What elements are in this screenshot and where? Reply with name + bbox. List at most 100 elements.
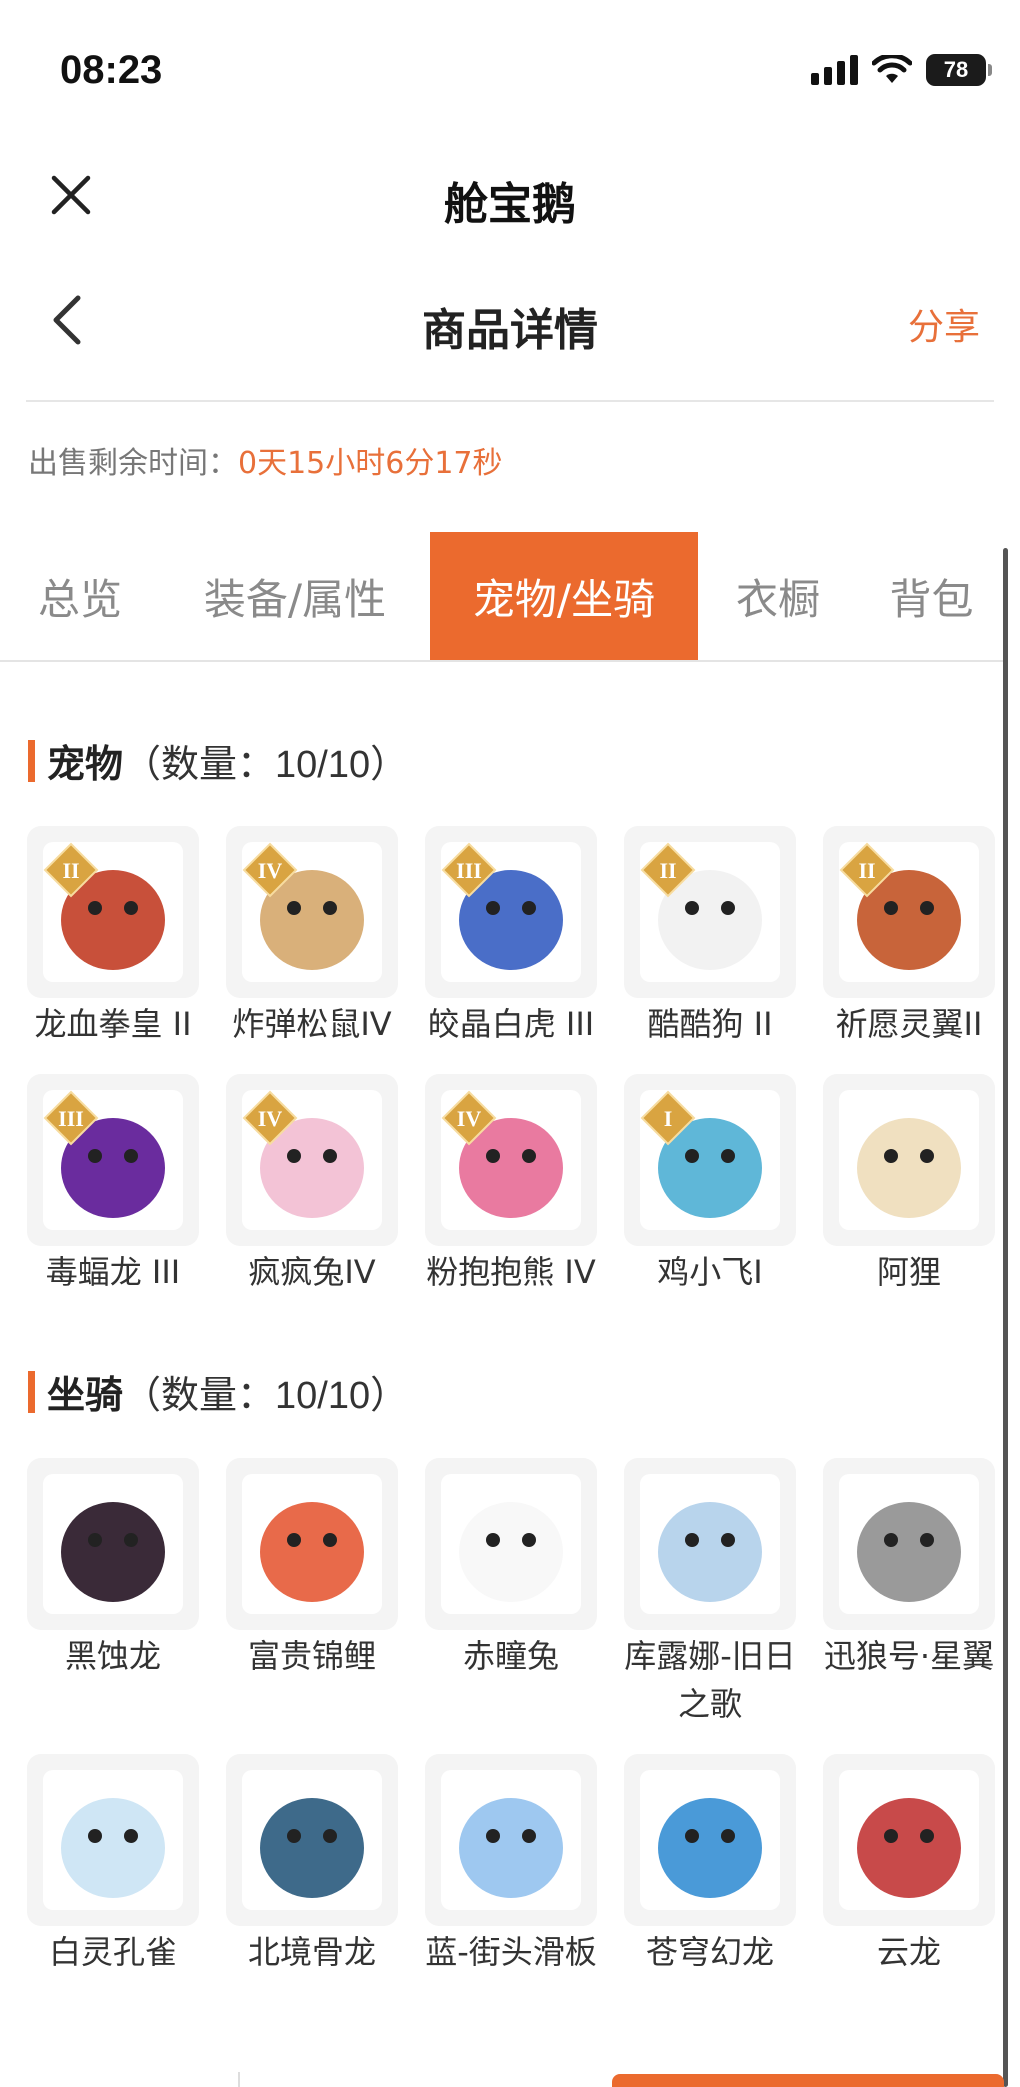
section-accent-bar: [28, 1370, 35, 1413]
item-name: 云龙: [876, 1933, 941, 1971]
item-name: 酷酷狗 II: [647, 1005, 773, 1043]
mount-item[interactable]: 蓝-街头滑板: [425, 1754, 597, 1976]
pets-section-title: 宠物: [47, 742, 124, 786]
header-divider: [26, 400, 994, 402]
item-thumbnail[interactable]: [624, 1458, 796, 1630]
item-name: 蓝-街头滑板: [425, 1933, 597, 1971]
item-thumbnail[interactable]: [226, 1754, 398, 1926]
bone-dragon-icon: [242, 1770, 382, 1910]
tab-pets-mounts[interactable]: 宠物/坐骑: [430, 532, 698, 660]
item-name: 库露娜-旧日之歌: [624, 1637, 796, 1723]
skateboard-icon: [441, 1770, 581, 1910]
item-thumbnail[interactable]: IV: [425, 1074, 597, 1246]
black-dragon-icon: [43, 1474, 183, 1614]
item-name: 皎晶白虎 III: [427, 1005, 595, 1043]
status-icons: 78: [811, 54, 992, 86]
pet-item[interactable]: III 毒蝠龙 III: [27, 1074, 199, 1296]
item-thumbnail[interactable]: II: [823, 826, 995, 998]
item-name: 白灵孔雀: [48, 1933, 177, 1971]
item-thumbnail[interactable]: II: [27, 826, 199, 998]
nav-header: 商品详情 分享: [0, 260, 1020, 400]
pet-item[interactable]: II 龙血拳皇 II: [27, 826, 199, 1048]
mounts-section-header: 坐骑 （数量：10/10）: [28, 1364, 408, 1419]
tab-wardrobe[interactable]: 衣橱: [698, 532, 858, 660]
app-title-bar: 舱宝鹅: [0, 130, 1020, 260]
countdown-value: 0天15小时6分17秒: [238, 446, 503, 481]
tab-backpack[interactable]: 背包: [858, 532, 1005, 660]
bottom-bar-left: [0, 2072, 240, 2087]
bottom-action-button[interactable]: [612, 2074, 1004, 2087]
battery-icon: 78: [926, 54, 992, 86]
mounts-section-count: （数量：10/10）: [123, 1375, 409, 1417]
item-name: 黑蚀龙: [64, 1637, 161, 1675]
item-name: 炸弹松鼠IV: [232, 1005, 392, 1043]
item-thumbnail[interactable]: [823, 1074, 995, 1246]
item-name: 迅狼号·星翼: [823, 1637, 995, 1675]
item-thumbnail[interactable]: [27, 1458, 199, 1630]
share-button[interactable]: 分享: [908, 298, 980, 350]
status-bar: 08:23 78: [0, 0, 1020, 130]
pet-item[interactable]: III 皎晶白虎 III: [425, 826, 597, 1048]
mount-item[interactable]: 白灵孔雀: [27, 1754, 199, 1976]
grade-badge-text: II: [858, 858, 875, 883]
item-thumbnail[interactable]: I: [624, 1074, 796, 1246]
countdown-label: 出售剩余时间：: [28, 446, 238, 481]
pet-item[interactable]: IV 炸弹松鼠IV: [226, 826, 398, 1048]
pet-item[interactable]: IV 疯疯兔IV: [226, 1074, 398, 1296]
app-title: 舱宝鹅: [444, 179, 576, 230]
tab-overview[interactable]: 总览: [0, 532, 160, 660]
grade-badge-icon: II: [839, 842, 895, 898]
item-thumbnail[interactable]: [823, 1754, 995, 1926]
mount-item[interactable]: 黑蚀龙: [27, 1458, 199, 1680]
item-thumbnail[interactable]: IV: [226, 826, 398, 998]
mounts-section-title: 坐骑: [47, 1373, 124, 1417]
sale-countdown: 出售剩余时间：0天15小时6分17秒: [28, 438, 503, 482]
section-accent-bar: [28, 739, 35, 782]
grade-badge-text: IV: [258, 1106, 283, 1131]
item-name: 粉抱抱熊 IV: [426, 1253, 596, 1291]
item-name: 北境骨龙: [247, 1933, 376, 1971]
grade-badge-icon: IV: [242, 1090, 298, 1146]
item-thumbnail[interactable]: [823, 1458, 995, 1630]
status-time: 08:23: [60, 48, 163, 92]
mount-item[interactable]: 北境骨龙: [226, 1754, 398, 1976]
mount-item[interactable]: 库露娜-旧日之歌: [624, 1458, 796, 1728]
pet-item[interactable]: I 鸡小飞I: [624, 1074, 796, 1296]
item-thumbnail[interactable]: IV: [226, 1074, 398, 1246]
scrollbar[interactable]: [1003, 548, 1008, 2087]
grade-badge-text: I: [664, 1106, 673, 1131]
cellular-signal-icon: [811, 55, 858, 85]
mount-item[interactable]: 云龙: [823, 1754, 995, 1976]
item-thumbnail[interactable]: [425, 1458, 597, 1630]
grade-badge-icon: III: [441, 842, 497, 898]
item-name: 赤瞳兔: [462, 1637, 559, 1675]
item-thumbnail[interactable]: [226, 1458, 398, 1630]
mount-item[interactable]: 苍穹幻龙: [624, 1754, 796, 1976]
item-thumbnail[interactable]: [27, 1754, 199, 1926]
fox-lion-dance-icon: [839, 1090, 979, 1230]
mount-item[interactable]: 迅狼号·星翼: [823, 1458, 995, 1680]
pet-item[interactable]: 阿狸: [823, 1074, 995, 1296]
pet-item[interactable]: II 酷酷狗 II: [624, 826, 796, 1048]
grade-badge-text: IV: [258, 858, 283, 883]
item-thumbnail[interactable]: [425, 1754, 597, 1926]
item-name: 祈愿灵翼II: [835, 1005, 983, 1043]
mech-wolf-icon: [839, 1474, 979, 1614]
wifi-icon: [872, 55, 912, 83]
pets-section-count: （数量：10/10）: [123, 744, 409, 786]
item-name: 疯疯兔IV: [248, 1253, 376, 1291]
tabs-divider: [0, 660, 1005, 662]
tab-equipment[interactable]: 装备/属性: [160, 532, 430, 660]
mount-item[interactable]: 富贵锦鲤: [226, 1458, 398, 1680]
grade-badge-icon: IV: [441, 1090, 497, 1146]
mount-item[interactable]: 赤瞳兔: [425, 1458, 597, 1680]
item-thumbnail[interactable]: [624, 1754, 796, 1926]
grade-badge-icon: II: [43, 842, 99, 898]
pet-item[interactable]: II 祈愿灵翼II: [823, 826, 995, 1048]
item-thumbnail[interactable]: II: [624, 826, 796, 998]
grade-badge-text: III: [456, 858, 482, 883]
item-thumbnail[interactable]: III: [425, 826, 597, 998]
item-thumbnail[interactable]: III: [27, 1074, 199, 1246]
pet-item[interactable]: IV 粉抱抱熊 IV: [425, 1074, 597, 1296]
tab-bar: 总览 装备/属性 宠物/坐骑 衣橱 背包: [0, 532, 1005, 660]
